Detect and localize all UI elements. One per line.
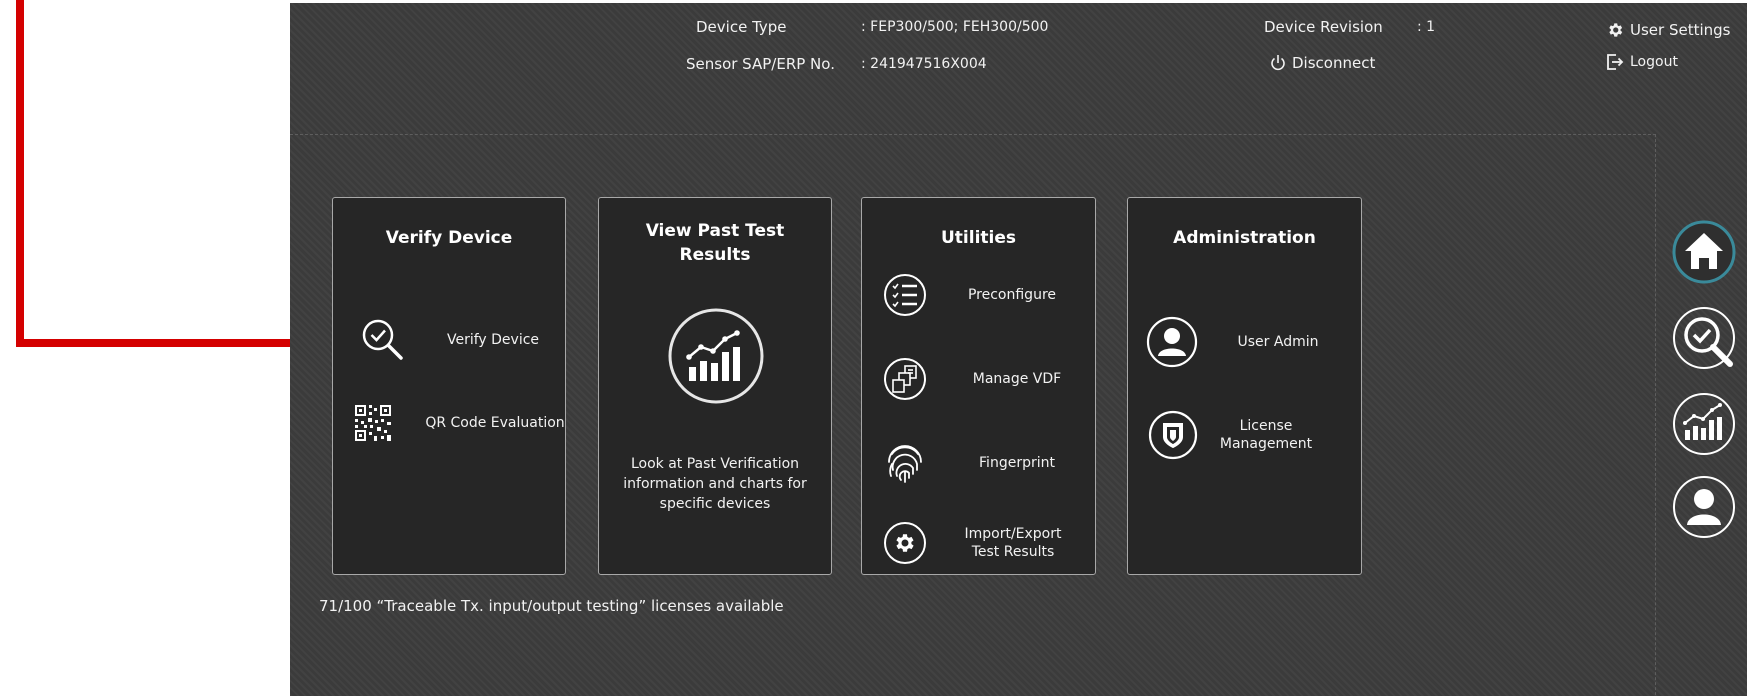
manage-files-icon — [884, 358, 926, 400]
sensor-label: Sensor SAP/ERP No. — [686, 55, 835, 73]
verify-icon — [1684, 317, 1733, 367]
logout-button[interactable]: Logout — [1606, 54, 1678, 70]
user-settings-button[interactable]: User Settings — [1606, 21, 1730, 39]
sensor-value: : 241947516X004 — [861, 56, 987, 72]
verify-device-card[interactable]: Verify Device Verify Device QR Code Eval… — [332, 197, 566, 575]
disconnect-label: Disconnect — [1292, 54, 1376, 72]
sidebar-verify-button[interactable] — [1672, 306, 1736, 370]
qr-code-evaluation-label: QR Code Evaluation — [425, 415, 565, 431]
gear-icon — [1609, 23, 1623, 37]
manage-vdf-item[interactable]: Manage VDF — [862, 356, 1095, 406]
qr-code-evaluation-item[interactable]: QR Code Evaluation — [333, 403, 565, 453]
bar-chart-trend-icon — [668, 308, 764, 404]
shield-icon — [1148, 410, 1198, 460]
past-results-card-title: View Past Test Results — [645, 221, 785, 265]
power-icon — [1271, 55, 1285, 71]
logout-icon — [1607, 54, 1624, 70]
licenses-available-text: 71/100 “Traceable Tx. input/output testi… — [319, 597, 784, 615]
utilities-card-title: Utilities — [940, 228, 1016, 248]
verify-device-item-label: Verify Device — [446, 332, 540, 348]
fingerprint-item[interactable]: Fingerprint — [862, 440, 1095, 490]
license-management-label: License Management — [1219, 418, 1313, 452]
license-management-item[interactable]: License Management — [1128, 410, 1361, 460]
verify-device-item[interactable]: Verify Device — [333, 315, 565, 365]
logout-label: Logout — [1630, 54, 1678, 70]
user-admin-item[interactable]: User Admin — [1128, 316, 1361, 368]
utilities-card[interactable]: Utilities Preconfigure Manage VDF Finger… — [861, 197, 1096, 575]
device-type-value: : FEP300/500; FEH300/500 — [861, 19, 1049, 35]
fingerprint-label: Fingerprint — [979, 455, 1055, 471]
gear-icon — [884, 522, 926, 564]
device-type-label: Device Type — [696, 18, 787, 36]
chart-icon — [1683, 403, 1722, 440]
import-export-label: Import/Export Test Results — [964, 526, 1062, 560]
past-results-description: Look at Past Verification information an… — [623, 456, 807, 512]
user-admin-label: User Admin — [1237, 334, 1319, 350]
import-export-item[interactable]: Import/Export Test Results — [862, 520, 1095, 570]
administration-card-title: Administration — [1173, 228, 1316, 248]
user-settings-label: User Settings — [1630, 21, 1731, 39]
manage-vdf-label: Manage VDF — [972, 371, 1062, 387]
user-icon — [1146, 316, 1198, 368]
checklist-icon — [884, 274, 926, 316]
disconnect-button[interactable]: Disconnect — [1270, 54, 1375, 72]
fingerprint-icon — [888, 445, 922, 483]
sidebar-chart-button[interactable] — [1672, 392, 1736, 456]
preconfigure-item[interactable]: Preconfigure — [862, 272, 1095, 322]
device-revision-value: : 1 — [1417, 19, 1436, 35]
administration-card[interactable]: Administration User Admin License Manage… — [1127, 197, 1362, 575]
qr-code-icon — [354, 404, 392, 442]
user-icon — [1687, 489, 1721, 525]
past-results-card[interactable]: View Past Test Results Look at Past Veri… — [598, 197, 832, 575]
verify-device-card-title: Verify Device — [385, 228, 513, 248]
magnifier-check-icon — [362, 319, 403, 360]
app-window: Device Type : FEP300/500; FEH300/500 Sen… — [290, 3, 1747, 696]
sidebar-home-button[interactable] — [1672, 220, 1736, 284]
preconfigure-label: Preconfigure — [967, 287, 1057, 303]
sidebar-user-button[interactable] — [1672, 475, 1736, 539]
device-revision-label: Device Revision — [1264, 18, 1383, 36]
